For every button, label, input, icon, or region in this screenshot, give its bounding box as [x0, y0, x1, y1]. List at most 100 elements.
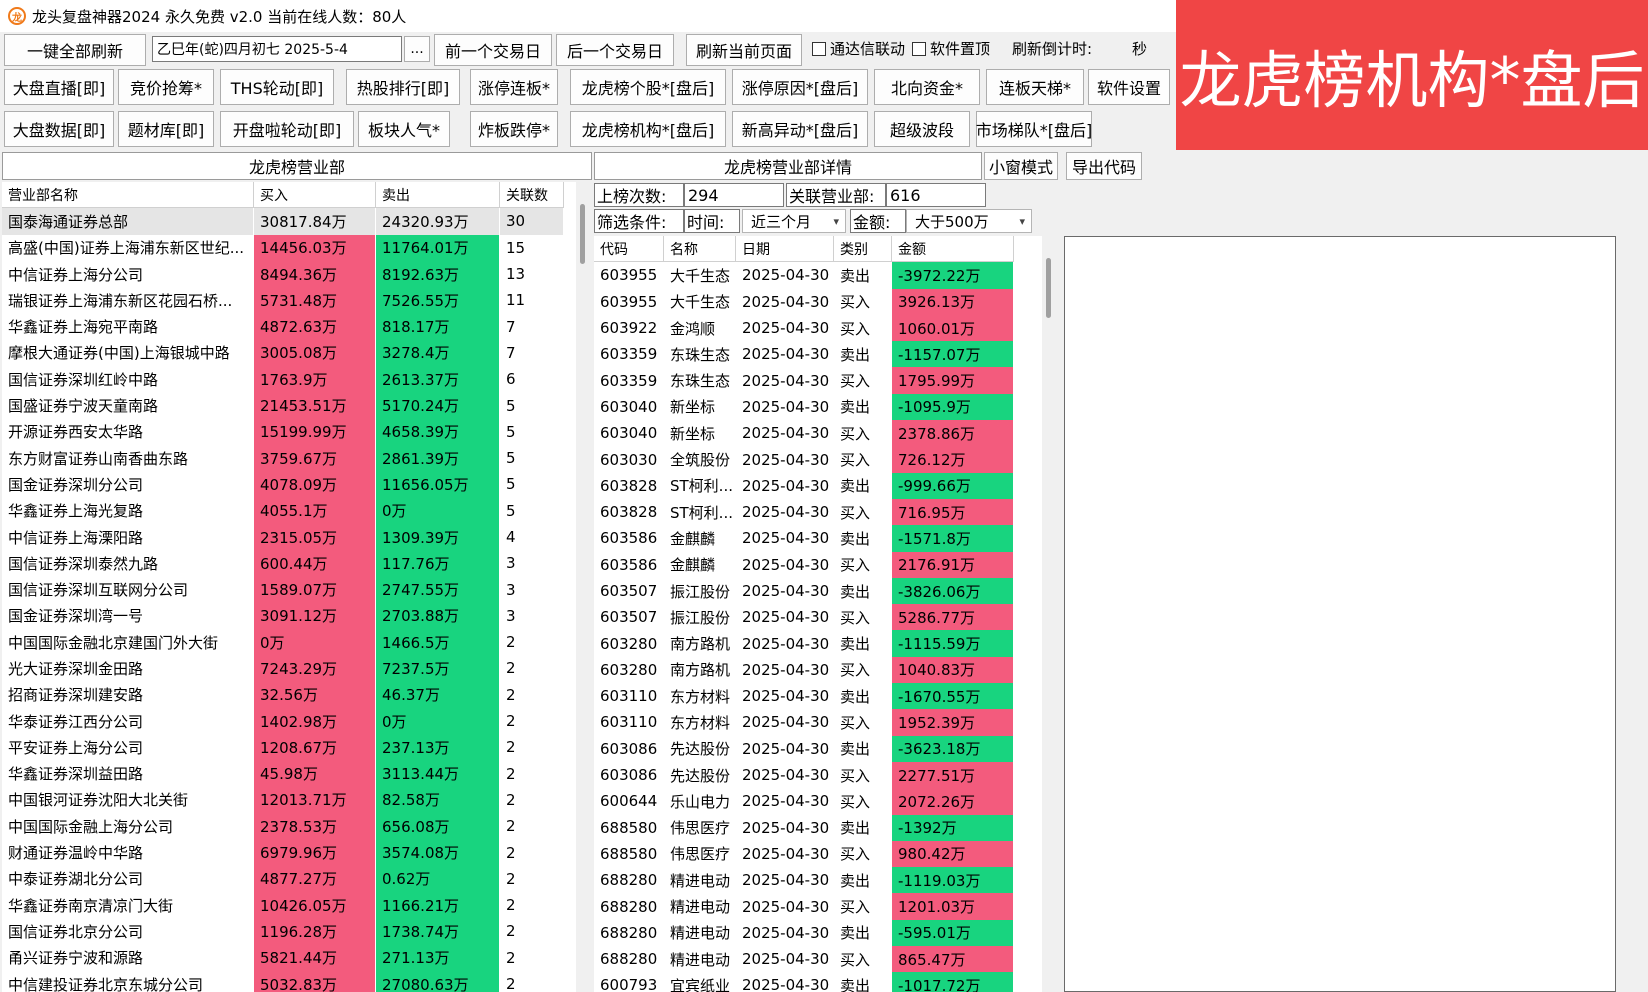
table-row[interactable]: 中信证券上海分公司 8494.36万 8192.63万 13 [2, 260, 580, 288]
table-row[interactable]: 603110 东方材料 2025-04-30 买入 1952.39万 [594, 709, 1042, 736]
table-row[interactable]: 国信证券北京分公司 1196.28万 1738.74万 2 [2, 918, 580, 945]
table-row[interactable]: 688280 精进电动 2025-04-30 卖出 -1119.03万 [594, 867, 1042, 894]
nav-row2-button[interactable]: 炸板跌停* [470, 111, 558, 147]
table-row[interactable]: 国信证券深圳互联网分公司 1589.07万 2747.55万 3 [2, 576, 580, 603]
column-header[interactable]: 类别 [834, 236, 892, 263]
table-row[interactable]: 688580 伟思医疗 2025-04-30 买入 980.42万 [594, 840, 1042, 868]
table-row[interactable]: 中泰证券湖北分公司 4877.27万 0.62万 2 [2, 865, 580, 893]
date-input[interactable]: 乙巳年(蛇)四月初七 2025-5-4 [152, 36, 402, 62]
scroll-thumb[interactable] [580, 204, 585, 264]
table-row[interactable]: 603922 金鸿顺 2025-04-30 买入 1060.01万 [594, 314, 1042, 342]
table-row[interactable]: 603086 先达股份 2025-04-30 卖出 -3623.18万 [594, 735, 1042, 762]
table-row[interactable]: 603280 南方路机 2025-04-30 买入 1040.83万 [594, 656, 1042, 684]
nav-row2-button[interactable]: 新高异动*[盘后] [732, 111, 868, 147]
table-row[interactable]: 财通证券温岭中华路 6979.96万 3574.08万 2 [2, 839, 580, 866]
table-row[interactable]: 603086 先达股份 2025-04-30 买入 2277.51万 [594, 761, 1042, 789]
table-row[interactable]: 688280 精进电动 2025-04-30 买入 865.47万 [594, 946, 1042, 973]
table-row[interactable]: 开源证券西安太华路 15199.99万 4658.39万 5 [2, 418, 580, 445]
table-row[interactable]: 东方财富证券山南香曲东路 3759.67万 2861.39万 5 [2, 444, 580, 472]
table-row[interactable]: 603359 东珠生态 2025-04-30 买入 1795.99万 [594, 367, 1042, 394]
table-row[interactable]: 688280 精进电动 2025-04-30 卖出 -595.01万 [594, 919, 1042, 947]
column-header[interactable]: 日期 [736, 236, 834, 263]
nav-row2-button[interactable]: 市场梯队*[盘后] [976, 111, 1092, 147]
small-window-button[interactable]: 小窗模式 [984, 152, 1058, 180]
table-row[interactable]: 国盛证券宁波天童南路 21453.51万 5170.24万 5 [2, 392, 580, 419]
table-row[interactable]: 603586 金麒麟 2025-04-30 卖出 -1571.8万 [594, 525, 1042, 552]
nav-row1-button[interactable]: 软件设置 [1088, 69, 1170, 105]
nav-row2-button[interactable]: 大盘数据[即] [4, 111, 114, 147]
table-row[interactable]: 603586 金麒麟 2025-04-30 买入 2176.91万 [594, 551, 1042, 578]
table-row[interactable]: 603828 ST柯利... 2025-04-30 买入 716.95万 [594, 498, 1042, 526]
export-code-button[interactable]: 导出代码 [1066, 152, 1142, 180]
table-row[interactable]: 中国国际金融上海分公司 2378.53万 656.08万 2 [2, 813, 580, 840]
column-header[interactable]: 关联数 [500, 182, 564, 209]
table-row[interactable]: 603507 振江股份 2025-04-30 买入 5286.77万 [594, 604, 1042, 631]
table-row[interactable]: 603040 新坐标 2025-04-30 买入 2378.86万 [594, 420, 1042, 447]
table-row[interactable]: 600644 乐山电力 2025-04-30 买入 2072.26万 [594, 788, 1042, 815]
table-row[interactable]: 华泰证券江西分公司 1402.98万 0万 2 [2, 707, 580, 735]
pin-top-checkbox[interactable]: 软件置顶 [912, 38, 990, 59]
time-select[interactable]: 近三个月 ▾ [742, 209, 846, 233]
nav-row2-button[interactable]: 题材库[即] [118, 111, 214, 147]
column-header[interactable]: 金额 [892, 236, 1014, 263]
table-row[interactable]: 603828 ST柯利... 2025-04-30 卖出 -999.66万 [594, 472, 1042, 499]
refresh-page-button[interactable]: 刷新当前页面 [686, 34, 802, 66]
column-header[interactable]: 名称 [664, 236, 736, 263]
table-row[interactable]: 平安证券上海分公司 1208.67万 237.13万 2 [2, 734, 580, 761]
column-header[interactable]: 营业部名称 [2, 182, 254, 209]
table-row[interactable]: 高盛(中国)证券上海浦东新区世纪... 14456.03万 11764.01万 15 [2, 234, 580, 261]
table-row[interactable]: 华鑫证券深圳益田路 45.98万 3113.44万 2 [2, 760, 580, 787]
nav-row1-button[interactable]: 涨停原因*[盘后] [732, 69, 868, 105]
column-header[interactable]: 代码 [594, 236, 664, 263]
nav-row1-button[interactable]: 龙虎榜个股*[盘后] [570, 69, 726, 105]
table-row[interactable]: 华鑫证券南京清凉门大街 10426.05万 1166.21万 2 [2, 892, 580, 919]
checkbox-box[interactable] [812, 41, 826, 56]
nav-row1-button[interactable]: 连板天梯* [986, 69, 1084, 105]
nav-row2-button[interactable]: 龙虎榜机构*[盘后] [570, 111, 726, 147]
table-row[interactable]: 603030 全筑股份 2025-04-30 买入 726.12万 [594, 446, 1042, 473]
table-row[interactable]: 603040 新坐标 2025-04-30 卖出 -1095.9万 [594, 393, 1042, 421]
count-value-field[interactable]: 294 [684, 183, 784, 207]
table-row[interactable]: 603359 东珠生态 2025-04-30 卖出 -1157.07万 [594, 341, 1042, 368]
table-row[interactable]: 国信证券深圳红岭中路 1763.9万 2613.37万 6 [2, 366, 580, 393]
table-row[interactable]: 甬兴证券宁波和源路 5821.44万 271.13万 2 [2, 944, 580, 971]
refresh-all-button[interactable]: 一键全部刷新 [4, 34, 146, 66]
table-row[interactable]: 中国银河证券沈阳大北关街 12013.71万 82.58万 2 [2, 786, 580, 814]
scroll-thumb[interactable] [1046, 258, 1051, 318]
table-row[interactable]: 招商证券深圳建安路 32.56万 46.37万 2 [2, 681, 580, 708]
nav-row2-button[interactable]: 超级波段 [874, 111, 970, 147]
right-scrollbar[interactable] [1042, 236, 1056, 992]
left-scrollbar[interactable] [576, 182, 590, 992]
table-row[interactable]: 688280 精进电动 2025-04-30 买入 1201.03万 [594, 893, 1042, 920]
table-row[interactable]: 摩根大通证券(中国)上海银城中路 3005.08万 3278.4万 7 [2, 339, 580, 367]
checkbox-box[interactable] [912, 41, 926, 56]
table-row[interactable]: 中国国际金融北京建国门外大街 0万 1466.5万 2 [2, 629, 580, 656]
table-row[interactable]: 中信建投证券北京东城分公司 5032.83万 27080.63万 2 [2, 970, 580, 992]
table-row[interactable]: 603955 大千生态 2025-04-30 卖出 -3972.22万 [594, 262, 1042, 289]
nav-row1-button[interactable]: 大盘直播[即] [4, 69, 114, 105]
table-row[interactable]: 国泰海通证券总部 30817.84万 24320.93万 30 [2, 208, 580, 235]
table-row[interactable]: 603507 振江股份 2025-04-30 卖出 -3826.06万 [594, 577, 1042, 605]
table-row[interactable]: 华鑫证券上海光复路 4055.1万 0万 5 [2, 497, 580, 524]
related-value-field[interactable]: 616 [886, 183, 986, 207]
nav-row1-button[interactable]: 热股排行[即] [346, 69, 460, 105]
nav-row1-button[interactable]: 竞价抢筹* [118, 69, 214, 105]
nav-row2-button[interactable]: 板块人气* [358, 111, 450, 147]
next-trading-day-button[interactable]: 后一个交易日 [556, 34, 674, 66]
amount-select[interactable]: 大于500万 ▾ [906, 209, 1032, 233]
table-row[interactable]: 603955 大千生态 2025-04-30 买入 3926.13万 [594, 288, 1042, 315]
table-row[interactable]: 600793 宜宾纸业 2025-04-30 卖出 -1017.72万 [594, 972, 1042, 992]
table-row[interactable]: 603110 东方材料 2025-04-30 卖出 -1670.55万 [594, 683, 1042, 710]
table-row[interactable]: 光大证券深圳金田路 7243.29万 7237.5万 2 [2, 655, 580, 682]
table-row[interactable]: 688580 伟思医疗 2025-04-30 卖出 -1392万 [594, 814, 1042, 841]
table-row[interactable]: 国金证券深圳分公司 4078.09万 11656.05万 5 [2, 471, 580, 498]
table-row[interactable]: 瑞银证券上海浦东新区花园石桥... 5731.48万 7526.55万 11 [2, 287, 580, 314]
table-row[interactable]: 中信证券上海溧阳路 2315.05万 1309.39万 4 [2, 523, 580, 551]
tdx-link-checkbox[interactable]: 通达信联动 [812, 38, 905, 59]
nav-row1-button[interactable]: 涨停连板* [470, 69, 558, 105]
table-row[interactable]: 603280 南方路机 2025-04-30 卖出 -1115.59万 [594, 630, 1042, 657]
nav-row2-button[interactable]: 开盘啦轮动[即] [220, 111, 354, 147]
table-row[interactable]: 国信证券深圳泰然九路 600.44万 117.76万 3 [2, 550, 580, 577]
table-row[interactable]: 华鑫证券上海宛平南路 4872.63万 818.17万 7 [2, 313, 580, 340]
table-row[interactable]: 国金证券深圳湾一号 3091.12万 2703.88万 3 [2, 602, 580, 630]
